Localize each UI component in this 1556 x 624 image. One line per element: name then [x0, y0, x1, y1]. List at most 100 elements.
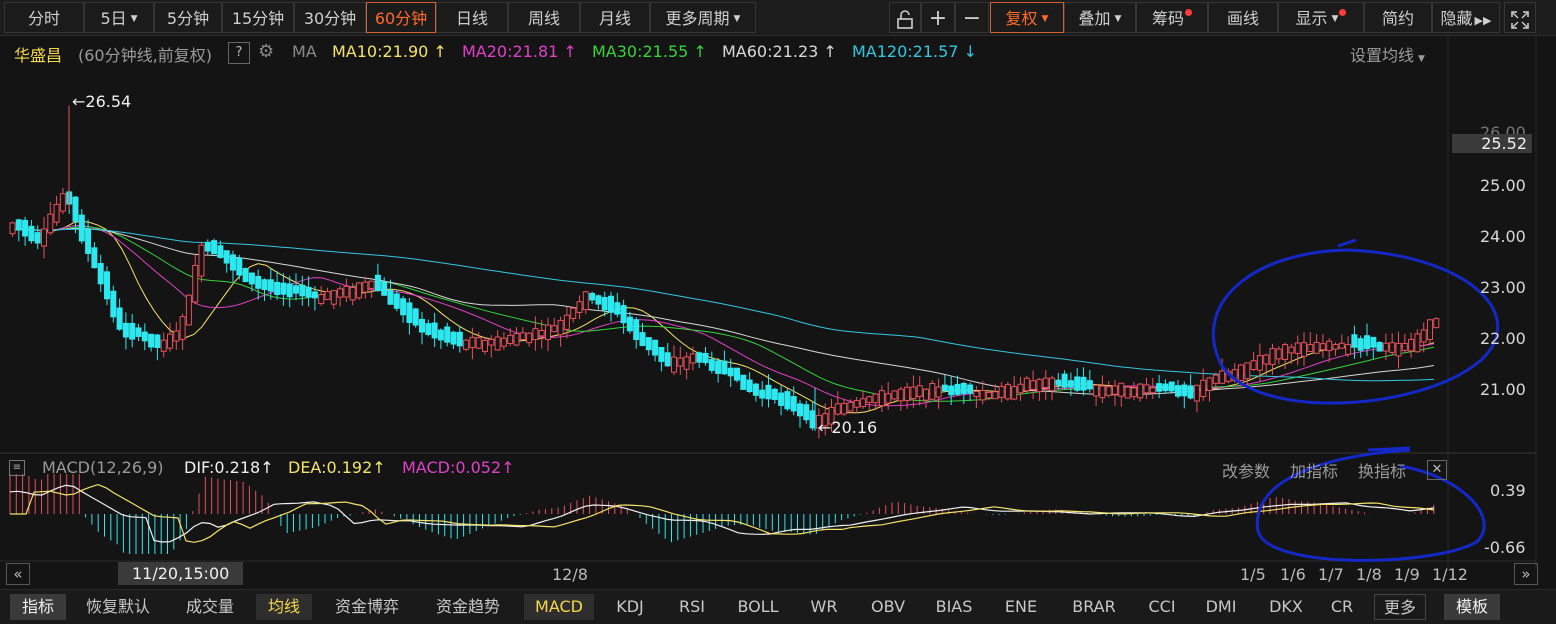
tab-kdj[interactable]: KDJ	[606, 594, 654, 620]
candle-body	[1023, 377, 1030, 392]
overlay-dropdown[interactable]: 叠加 ▼	[1064, 2, 1136, 33]
tab-ene[interactable]: ENE	[996, 594, 1046, 620]
help-icon[interactable]: ?	[228, 42, 250, 64]
edit-params-button[interactable]: 改参数	[1222, 458, 1270, 482]
candle-body	[752, 383, 759, 396]
period-tab-monthly[interactable]: 月线	[580, 2, 650, 33]
candle-body	[293, 285, 299, 294]
unlock-button[interactable]	[889, 2, 921, 33]
switch-indicator-button[interactable]: 换指标	[1358, 458, 1406, 482]
fullscreen-button[interactable]	[1504, 2, 1536, 33]
candle-body	[614, 302, 621, 315]
zoom-in-button[interactable]: +	[921, 2, 955, 33]
indicator-toggle-icon[interactable]: ≡	[9, 460, 25, 476]
tab-restore-default[interactable]: 恢复默认	[76, 594, 160, 620]
period-tab-60min[interactable]: 60分钟	[366, 2, 436, 33]
period-tab-daily[interactable]: 日线	[436, 2, 508, 33]
candle-body	[192, 264, 199, 303]
zoom-out-button[interactable]: −	[955, 2, 989, 33]
hide-button[interactable]: 隐藏 ▶▶	[1432, 2, 1500, 33]
tab-moving-average[interactable]: 均线	[256, 594, 312, 620]
tab-volume[interactable]: 成交量	[176, 594, 244, 620]
candle-body	[935, 386, 942, 398]
tab-bias[interactable]: BIAS	[926, 594, 982, 620]
period-tab-5day[interactable]: 5日 ▼	[84, 2, 154, 33]
dea-line	[10, 483, 1435, 543]
tab-dkx[interactable]: DKX	[1260, 594, 1312, 620]
candle-body	[1036, 378, 1043, 393]
ma-settings-dropdown[interactable]: 设置均线 ▼	[1350, 42, 1425, 66]
candle-body	[885, 393, 892, 404]
candle-body	[1200, 379, 1207, 397]
period-tab-15min[interactable]: 15分钟	[222, 2, 294, 33]
candle-body	[1162, 383, 1169, 392]
candle-body	[1288, 346, 1295, 354]
candle-body	[299, 284, 306, 297]
candle-body	[230, 254, 236, 271]
candle-body	[1238, 364, 1244, 381]
candle-body	[1105, 386, 1112, 396]
chips-button[interactable]: 筹码	[1136, 2, 1208, 33]
candle-body	[570, 307, 577, 320]
tab-template[interactable]: 模板	[1444, 594, 1500, 620]
tab-cci[interactable]: CCI	[1140, 594, 1184, 620]
candle-body	[620, 305, 627, 324]
adjust-dropdown[interactable]: 复权 ▼	[990, 2, 1064, 33]
candle-body	[1030, 380, 1037, 390]
candle-body	[519, 332, 526, 340]
add-indicator-button[interactable]: 加指标	[1290, 458, 1338, 482]
tab-capital-trend[interactable]: 资金趋势	[424, 594, 512, 620]
candle-body	[897, 388, 904, 402]
candle-body	[1427, 319, 1433, 341]
candle-body	[431, 322, 438, 339]
period-tab-weekly[interactable]: 周线	[508, 2, 580, 33]
candle-body	[204, 241, 211, 252]
display-dropdown[interactable]: 显示 ▼	[1278, 2, 1364, 33]
scroll-right-icon[interactable]: »	[1514, 563, 1538, 585]
period-tab-timeshare[interactable]: 分时	[4, 2, 84, 33]
candle-body	[1414, 333, 1421, 353]
tab-dmi[interactable]: DMI	[1196, 594, 1246, 620]
candle-body	[261, 279, 268, 291]
candle-body	[1307, 344, 1314, 353]
candle-body	[1275, 348, 1282, 360]
tab-indicator[interactable]: 指标	[10, 594, 66, 620]
kline-chart[interactable]	[0, 36, 1556, 588]
tab-more[interactable]: 更多	[1374, 594, 1426, 620]
candle-body	[664, 352, 671, 367]
tab-boll[interactable]: BOLL	[728, 594, 788, 620]
candle-body	[211, 240, 218, 255]
tab-obv[interactable]: OBV	[862, 594, 914, 620]
candle-body	[1433, 318, 1440, 329]
candle-body	[154, 334, 161, 349]
simple-mode-button[interactable]: 简约	[1364, 2, 1432, 33]
candle-body	[658, 347, 665, 362]
candle-body	[343, 285, 350, 298]
period-tab-30min[interactable]: 30分钟	[294, 2, 366, 33]
candle-body	[1093, 384, 1100, 397]
candle-body	[740, 374, 747, 390]
draw-line-button[interactable]: 画线	[1208, 2, 1278, 33]
candle-body	[280, 282, 287, 295]
tab-cr[interactable]: CR	[1324, 594, 1360, 620]
candle-body	[557, 319, 564, 336]
tab-wr[interactable]: WR	[802, 594, 846, 620]
candle-body	[576, 301, 583, 313]
candle-body	[513, 333, 520, 346]
notification-dot	[1185, 9, 1192, 16]
close-icon[interactable]: ✕	[1427, 460, 1447, 480]
period-tab-5min[interactable]: 5分钟	[154, 2, 222, 33]
candle-body	[1364, 335, 1370, 350]
scroll-left-icon[interactable]: «	[6, 563, 30, 585]
candle-body	[1181, 384, 1188, 397]
candle-body	[425, 323, 432, 335]
more-periods-dropdown[interactable]: 更多周期 ▼	[650, 2, 756, 33]
candle-body	[639, 332, 646, 346]
tab-macd[interactable]: MACD	[524, 594, 594, 620]
gear-icon[interactable]: ⚙	[258, 41, 274, 62]
tab-capital-game[interactable]: 资金博弈	[324, 594, 410, 620]
candle-body	[1187, 385, 1194, 399]
tab-brar[interactable]: BRAR	[1062, 594, 1126, 620]
tab-rsi[interactable]: RSI	[668, 594, 716, 620]
candle-body	[715, 360, 722, 374]
